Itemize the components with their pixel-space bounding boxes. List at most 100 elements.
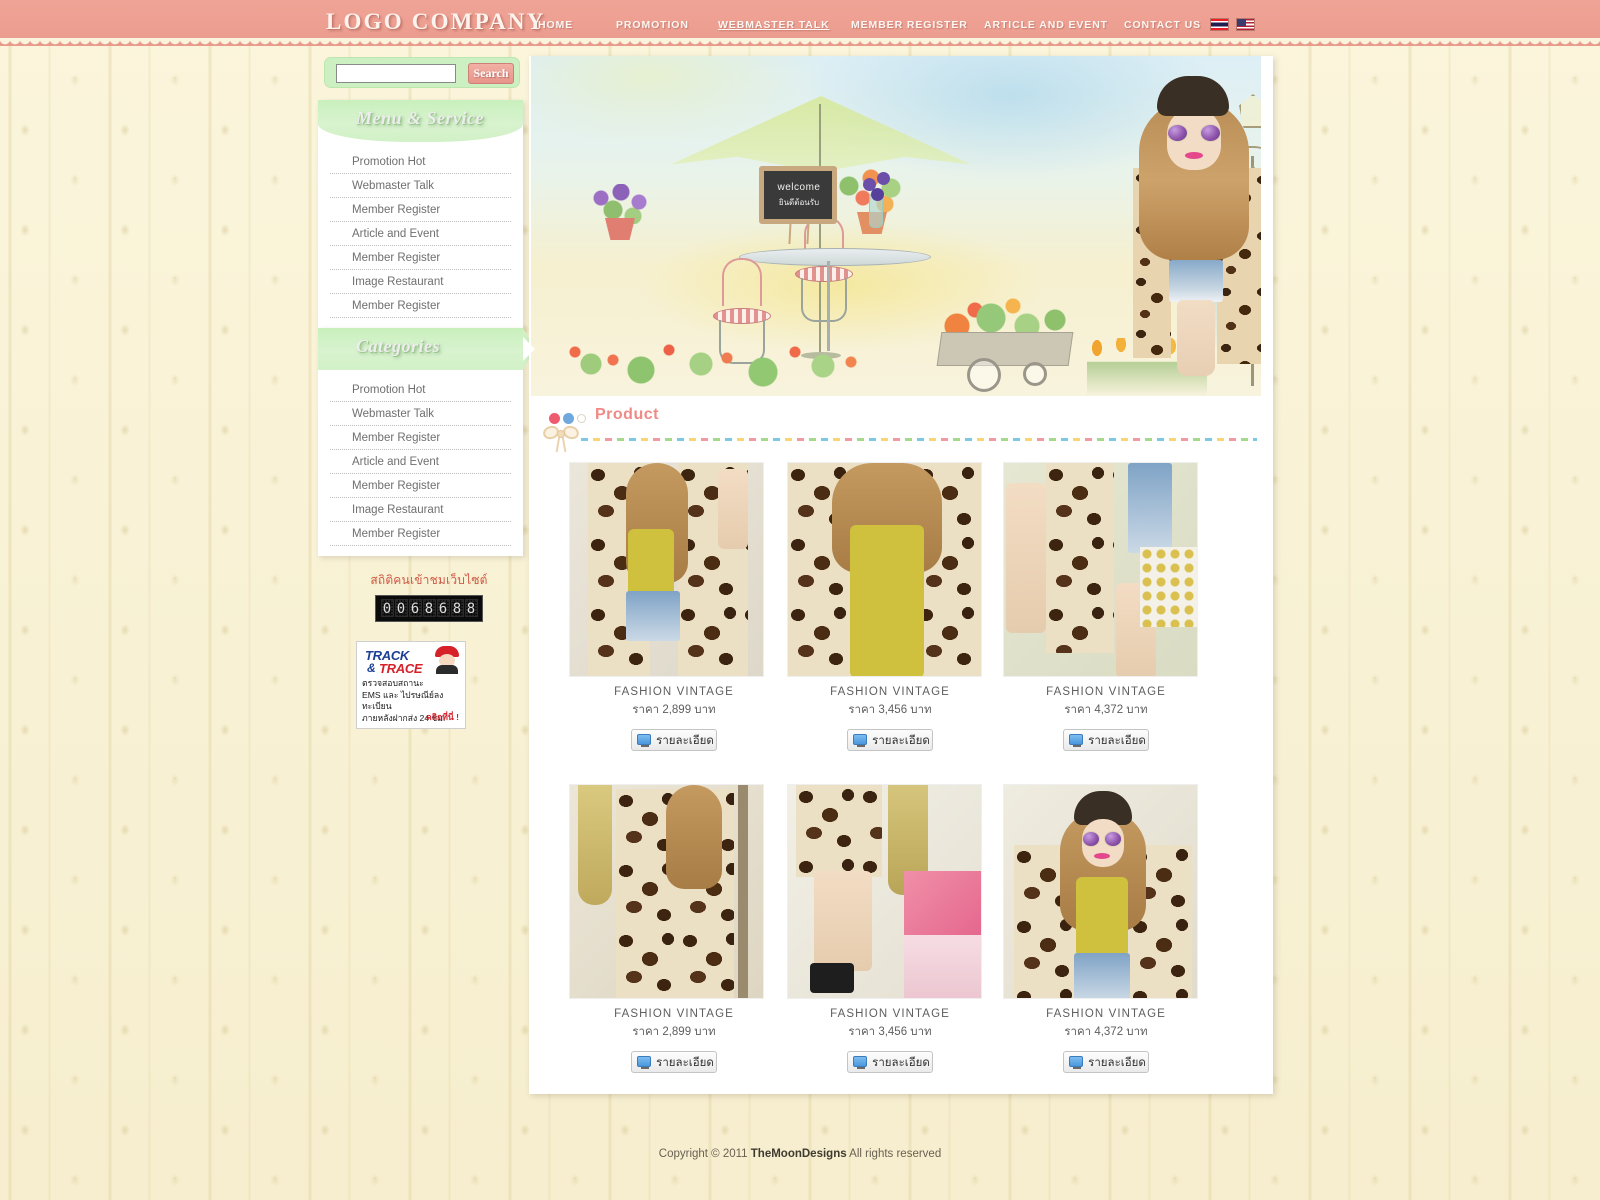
copyright-suffix: All rights reserved — [846, 1148, 942, 1160]
chalkboard-sign — [759, 166, 837, 224]
menu-service-panel: Menu & Service Promotion Hot Webmaster T… — [318, 100, 523, 328]
nav-item-promotion[interactable]: PROMOTION — [616, 19, 689, 31]
product-image[interactable] — [1003, 784, 1198, 999]
product-detail-button[interactable]: รายละเอียด — [847, 729, 933, 751]
product-image[interactable] — [787, 462, 982, 677]
product-name: FASHION VINTAGE — [1046, 686, 1166, 698]
product-image[interactable] — [1003, 462, 1198, 677]
categories-title: Categories — [356, 336, 440, 356]
trace-label: TRACE — [379, 661, 423, 676]
category-item-member-register-2[interactable]: Member Register — [330, 474, 511, 498]
category-item-member-register-3[interactable]: Member Register — [330, 522, 511, 546]
product-card: FASHION VINTAGE ราคา 2,899 บาท รายละเอีย… — [569, 462, 779, 751]
menu-service-list: Promotion Hot Webmaster Talk Member Regi… — [318, 142, 523, 328]
menu-service-header: Menu & Service — [318, 100, 523, 142]
monitor-icon — [853, 734, 867, 747]
product-detail-button[interactable]: รายละเอียด — [631, 1051, 717, 1073]
dot-outline-icon — [577, 414, 586, 423]
counter-digit: 6 — [436, 599, 450, 617]
flag-thailand-icon[interactable] — [1210, 18, 1229, 31]
menu-service-title: Menu & Service — [356, 108, 484, 128]
nav-item-webmaster-talk[interactable]: WEBMASTER TALK — [718, 19, 830, 31]
beanie-hat-icon — [1157, 76, 1229, 116]
product-detail-label: รายละเอียด — [1088, 1057, 1146, 1069]
visitor-counter: 0068688 — [375, 595, 483, 622]
sidebar-item-promotion-hot[interactable]: Promotion Hot — [330, 150, 511, 174]
nav-item-member-register[interactable]: MEMBER REGISTER — [851, 19, 968, 31]
search-input[interactable] — [336, 64, 456, 83]
search-button[interactable]: Search — [468, 63, 514, 84]
sidebar-item-article-and-event[interactable]: Article and Event — [330, 222, 511, 246]
header-scallop-edge — [0, 38, 1600, 47]
nav-item-article-and-event[interactable]: ARTICLE AND EVENT — [984, 19, 1108, 31]
site-logo[interactable]: LOGO COMPANY — [326, 9, 546, 35]
chalkboard-welcome-text: welcome — [777, 182, 821, 193]
ribbon-bow-icon — [541, 423, 581, 453]
product-card: FASHION VINTAGE ราคา 3,456 บาท รายละเอีย… — [785, 784, 995, 1073]
product-card: FASHION VINTAGE ราคา 4,372 บาท รายละเอีย… — [1001, 784, 1211, 1073]
nav-item-home[interactable]: HOME — [538, 19, 573, 31]
category-item-member-register-1[interactable]: Member Register — [330, 426, 511, 450]
counter-digit: 0 — [394, 599, 408, 617]
categories-list: Promotion Hot Webmaster Talk Member Regi… — [318, 370, 523, 556]
product-name: FASHION VINTAGE — [1046, 1008, 1166, 1020]
counter-digit: 8 — [422, 599, 436, 617]
track-trace-line-1: ตรวจสอบสถานะ — [362, 678, 424, 688]
flag-usa-icon[interactable] — [1236, 18, 1255, 31]
postman-mascot-icon — [434, 646, 460, 674]
category-item-promotion-hot[interactable]: Promotion Hot — [330, 378, 511, 402]
sidebar-item-image-restaurant[interactable]: Image Restaurant — [330, 270, 511, 294]
site-footer: Copyright © 2011 TheMoonDesigns All righ… — [0, 1120, 1600, 1200]
product-name: FASHION VINTAGE — [614, 686, 734, 698]
flower-cart-icon — [931, 296, 1081, 392]
search-box: Search — [324, 57, 520, 88]
product-detail-label: รายละเอียด — [872, 735, 930, 747]
product-name: FASHION VINTAGE — [830, 686, 950, 698]
main-content-panel: welcome ยินดีต้อนรับ Product FASHION VIN… — [529, 56, 1273, 1094]
category-item-webmaster-talk[interactable]: Webmaster Talk — [330, 402, 511, 426]
product-price: ราคา 4,372 บาท — [1064, 1026, 1148, 1038]
monitor-icon — [853, 1056, 867, 1069]
track-trace-click-here[interactable]: คลิกที่นี่ ! — [426, 710, 459, 724]
chalkboard-thai-text: ยินดีต้อนรับ — [778, 198, 820, 207]
sidebar-item-member-register-1[interactable]: Member Register — [330, 198, 511, 222]
counter-digit: 6 — [408, 599, 422, 617]
sunglasses-icon — [1167, 124, 1221, 142]
fashion-model-illustration — [1111, 76, 1261, 396]
product-price: ราคา 3,456 บาท — [848, 1026, 932, 1038]
ampersand-label: & — [367, 661, 376, 675]
categories-panel: Categories Promotion Hot Webmaster Talk … — [318, 328, 535, 556]
hanging-flower-pot-left-icon — [587, 184, 653, 244]
dot-red-icon — [549, 413, 560, 424]
nav-item-contact-us[interactable]: CONTACT US — [1124, 19, 1201, 31]
product-section-title: Product — [595, 406, 659, 423]
sidebar-item-member-register-2[interactable]: Member Register — [330, 246, 511, 270]
counter-digit: 0 — [380, 599, 394, 617]
page-shell: Search Menu & Service Promotion Hot Webm… — [318, 46, 1273, 1096]
monitor-icon — [637, 734, 651, 747]
dot-blue-icon — [563, 413, 574, 424]
category-item-article-and-event[interactable]: Article and Event — [330, 450, 511, 474]
cafe-table-icon — [739, 248, 931, 266]
product-price: ราคา 2,899 บาท — [632, 1026, 716, 1038]
product-image[interactable] — [569, 784, 764, 999]
sidebar-item-webmaster-talk[interactable]: Webmaster Talk — [330, 174, 511, 198]
product-detail-label: รายละเอียด — [656, 1057, 714, 1069]
categories-header: Categories — [318, 328, 535, 370]
product-detail-button[interactable]: รายละเอียด — [847, 1051, 933, 1073]
category-item-image-restaurant[interactable]: Image Restaurant — [330, 498, 511, 522]
counter-digit: 8 — [464, 599, 478, 617]
sidebar-item-member-register-3[interactable]: Member Register — [330, 294, 511, 318]
product-detail-button[interactable]: รายละเอียด — [1063, 1051, 1149, 1073]
product-image[interactable] — [569, 462, 764, 677]
counter-digit: 8 — [450, 599, 464, 617]
product-detail-label: รายละเอียด — [872, 1057, 930, 1069]
product-price: ราคา 4,372 บาท — [1064, 704, 1148, 716]
product-image[interactable] — [787, 784, 982, 999]
product-detail-button[interactable]: รายละเอียด — [631, 729, 717, 751]
hero-banner-illustration: welcome ยินดีต้อนรับ — [531, 56, 1261, 396]
product-detail-button[interactable]: รายละเอียด — [1063, 729, 1149, 751]
visitor-stats: สถิติคนเข้าชมเว็บไซต์ 0068688 — [344, 571, 514, 622]
track-and-trace-banner[interactable]: TRACK & TRACE ตรวจสอบสถานะ EMS และ ไปรษณ… — [356, 641, 466, 729]
decorative-dashed-divider — [581, 438, 1257, 441]
